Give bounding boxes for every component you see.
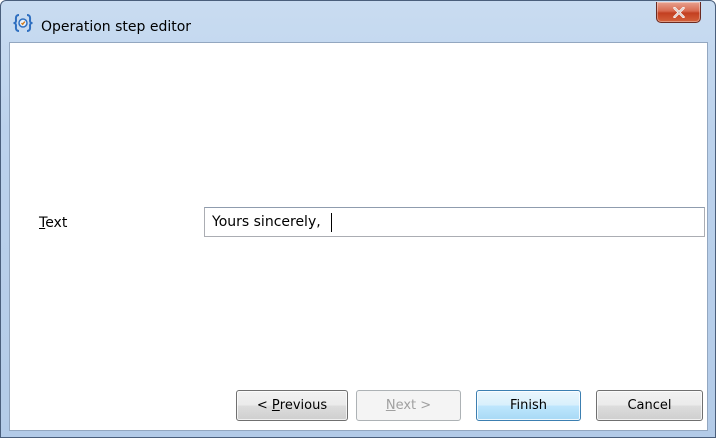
text-field-label: Text xyxy=(39,214,67,232)
text-input[interactable] xyxy=(204,207,705,237)
window-title: Operation step editor xyxy=(41,19,192,35)
next-mnemonic: N xyxy=(385,398,396,413)
cancel-button[interactable]: Cancel xyxy=(596,390,703,421)
dialog-content: Text < Previous Next > Finish Cancel xyxy=(9,42,708,431)
close-button[interactable] xyxy=(656,2,701,23)
finish-button[interactable]: Finish xyxy=(476,390,581,421)
previous-button[interactable]: < Previous xyxy=(236,390,348,421)
next-rest: ext > xyxy=(395,398,432,413)
text-label-rest: ext xyxy=(45,215,68,231)
previous-mnemonic: P xyxy=(271,398,280,413)
close-icon xyxy=(672,3,685,22)
previous-prefix: < xyxy=(256,398,272,413)
operation-editor-app-icon xyxy=(12,13,34,33)
previous-rest: revious xyxy=(279,398,328,413)
next-button[interactable]: Next > xyxy=(356,390,461,421)
title-bar[interactable]: Operation step editor xyxy=(1,1,715,41)
dialog-window: Operation step editor Text < Previous Ne… xyxy=(0,0,716,438)
text-caret xyxy=(331,213,332,232)
